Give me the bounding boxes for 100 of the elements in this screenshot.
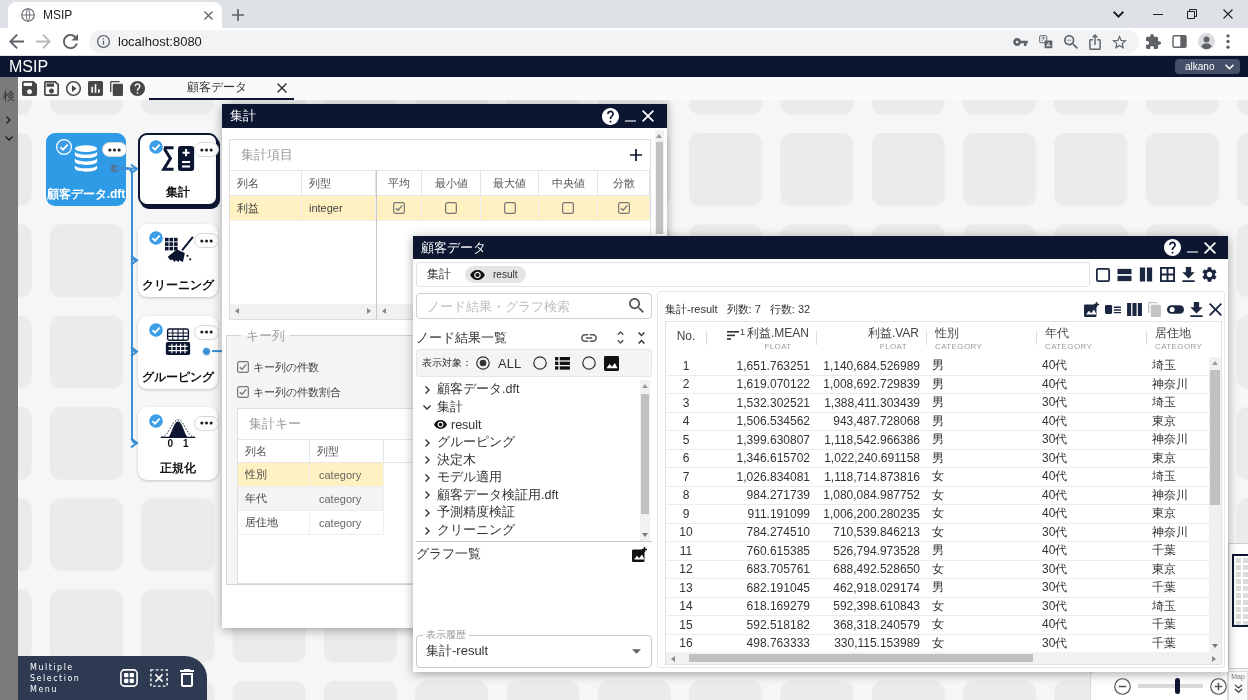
- minimize-icon[interactable]: [1153, 13, 1163, 15]
- trash-icon[interactable]: [180, 669, 194, 687]
- link-icon[interactable]: [581, 333, 597, 342]
- translate-icon[interactable]: [1039, 34, 1053, 49]
- workflow-node[interactable]: 0 1 正規化: [138, 406, 218, 480]
- vertical-scrollbar[interactable]: [655, 130, 664, 234]
- tree-item[interactable]: グルーピング: [416, 433, 640, 452]
- toggle-icon[interactable]: [1167, 304, 1184, 314]
- checkbox[interactable]: [503, 202, 516, 214]
- two-columns-icon[interactable]: [1139, 267, 1153, 282]
- save-icon[interactable]: [22, 81, 37, 96]
- tree-item[interactable]: result: [416, 416, 640, 434]
- radio-button[interactable]: [582, 356, 597, 370]
- copy-icon[interactable]: [110, 81, 123, 96]
- columns-icon[interactable]: [1127, 302, 1142, 316]
- checkbox[interactable]: [237, 386, 249, 398]
- four-grid-icon[interactable]: [1160, 267, 1175, 282]
- vertical-scrollbar[interactable]: [640, 380, 650, 541]
- column-header[interactable]: 性別 CATEGORY: [926, 322, 1036, 357]
- chevrons-inward-icon[interactable]: [638, 331, 645, 344]
- plus-icon[interactable]: [630, 149, 642, 161]
- help-icon[interactable]: [602, 107, 619, 125]
- close-icon[interactable]: [1209, 302, 1222, 316]
- tree-item[interactable]: 決定木: [416, 451, 640, 469]
- list-icon[interactable]: [555, 356, 571, 370]
- side-panel-icon[interactable]: [1172, 35, 1187, 48]
- result-chip[interactable]: result: [465, 266, 527, 283]
- close-icon[interactable]: [204, 10, 213, 20]
- tree-item[interactable]: 集計: [416, 398, 640, 417]
- add-image-icon[interactable]: [632, 546, 647, 562]
- tree-item[interactable]: クリーニング: [416, 521, 640, 540]
- table-row[interactable]: 居住地 category: [238, 511, 384, 535]
- chevron-down-icon[interactable]: [1112, 10, 1124, 18]
- tree-item[interactable]: 予測精度検証: [416, 504, 640, 522]
- plus-circle-icon[interactable]: [1210, 677, 1227, 695]
- more-icon[interactable]: [1226, 34, 1230, 49]
- checkbox[interactable]: [445, 202, 457, 214]
- close-icon[interactable]: [1204, 241, 1216, 254]
- play-icon[interactable]: [66, 81, 81, 96]
- minus-circle-icon[interactable]: [1114, 677, 1131, 695]
- square-outline-icon[interactable]: [1096, 267, 1110, 282]
- bar-chart-icon[interactable]: [88, 81, 103, 96]
- user-menu-button[interactable]: alkano: [1175, 59, 1240, 74]
- column-header[interactable]: 利益.VAR FLOAT: [816, 322, 926, 357]
- sort-icon[interactable]: [726, 331, 739, 340]
- browser-tab[interactable]: MSIP: [8, 2, 222, 28]
- table-row[interactable]: [377, 196, 650, 221]
- share-icon[interactable]: [1089, 33, 1101, 50]
- workflow-node[interactable]: 集計: [138, 133, 218, 206]
- search-icon[interactable]: [629, 298, 644, 313]
- history-select[interactable]: 表示履歴 集計-result: [416, 630, 652, 668]
- star-icon[interactable]: [1112, 34, 1127, 49]
- close-icon[interactable]: [1223, 9, 1233, 19]
- two-rows-icon[interactable]: [1117, 267, 1132, 282]
- download-icon[interactable]: [1190, 301, 1203, 317]
- table-row[interactable]: 利益 integer: [230, 196, 376, 221]
- address-bar[interactable]: localhost:8080: [89, 29, 1139, 54]
- horizontal-scrollbar[interactable]: [666, 652, 1221, 664]
- column-header[interactable]: 年代 CATEGORY: [1036, 322, 1146, 357]
- radio-button[interactable]: [476, 356, 490, 370]
- settings-icon[interactable]: [1202, 267, 1217, 282]
- select-grid-icon[interactable]: [120, 669, 138, 687]
- zoom-out-icon[interactable]: [1064, 34, 1078, 49]
- restore-icon[interactable]: [1187, 9, 1197, 19]
- chevron-right-icon[interactable]: [6, 116, 11, 124]
- card-list-icon[interactable]: [1105, 303, 1121, 315]
- column-header[interactable]: No.: [666, 322, 706, 357]
- table-row[interactable]: 性別 category: [238, 463, 384, 487]
- reload-icon[interactable]: [63, 34, 78, 49]
- tree-item[interactable]: モデル適用: [416, 468, 640, 487]
- workflow-node[interactable]: グルーピング: [138, 315, 218, 389]
- column-header[interactable]: 居住地 CATEGORY: [1146, 322, 1211, 357]
- workflow-node[interactable]: クリーニング: [138, 224, 218, 298]
- floppy-outline-icon[interactable]: [44, 81, 59, 96]
- tree-item[interactable]: 顧客データ検証用.dft: [416, 486, 640, 505]
- profile-icon[interactable]: [1198, 33, 1215, 50]
- help-icon[interactable]: [1164, 239, 1181, 256]
- checkbox[interactable]: [617, 202, 630, 214]
- image-icon[interactable]: [604, 355, 620, 371]
- checkbox[interactable]: [393, 202, 405, 214]
- close-icon[interactable]: [277, 82, 287, 93]
- checkbox[interactable]: [562, 202, 574, 214]
- table-row[interactable]: 年代 category: [238, 487, 384, 511]
- close-icon[interactable]: [642, 110, 654, 122]
- puzzle-icon[interactable]: [1146, 34, 1161, 49]
- checkbox[interactable]: [237, 361, 249, 373]
- dashed-box-x-icon[interactable]: [150, 669, 168, 687]
- horizontal-scrollbar[interactable]: [230, 304, 376, 319]
- back-arrow-icon[interactable]: [9, 34, 24, 49]
- chevrons-apart-icon[interactable]: [617, 331, 624, 344]
- vertical-scrollbar[interactable]: [1209, 357, 1221, 652]
- key-icon[interactable]: [1013, 37, 1028, 46]
- info-icon[interactable]: [97, 35, 110, 48]
- slider-thumb[interactable]: [1174, 678, 1180, 694]
- add-image-icon[interactable]: [1084, 301, 1099, 317]
- tree-item[interactable]: 顧客データ.dft: [416, 381, 640, 399]
- minimap-panel[interactable]: [1228, 543, 1248, 669]
- download-icon[interactable]: [1182, 267, 1195, 282]
- help-icon[interactable]: [130, 81, 145, 96]
- radio-button[interactable]: [533, 356, 548, 370]
